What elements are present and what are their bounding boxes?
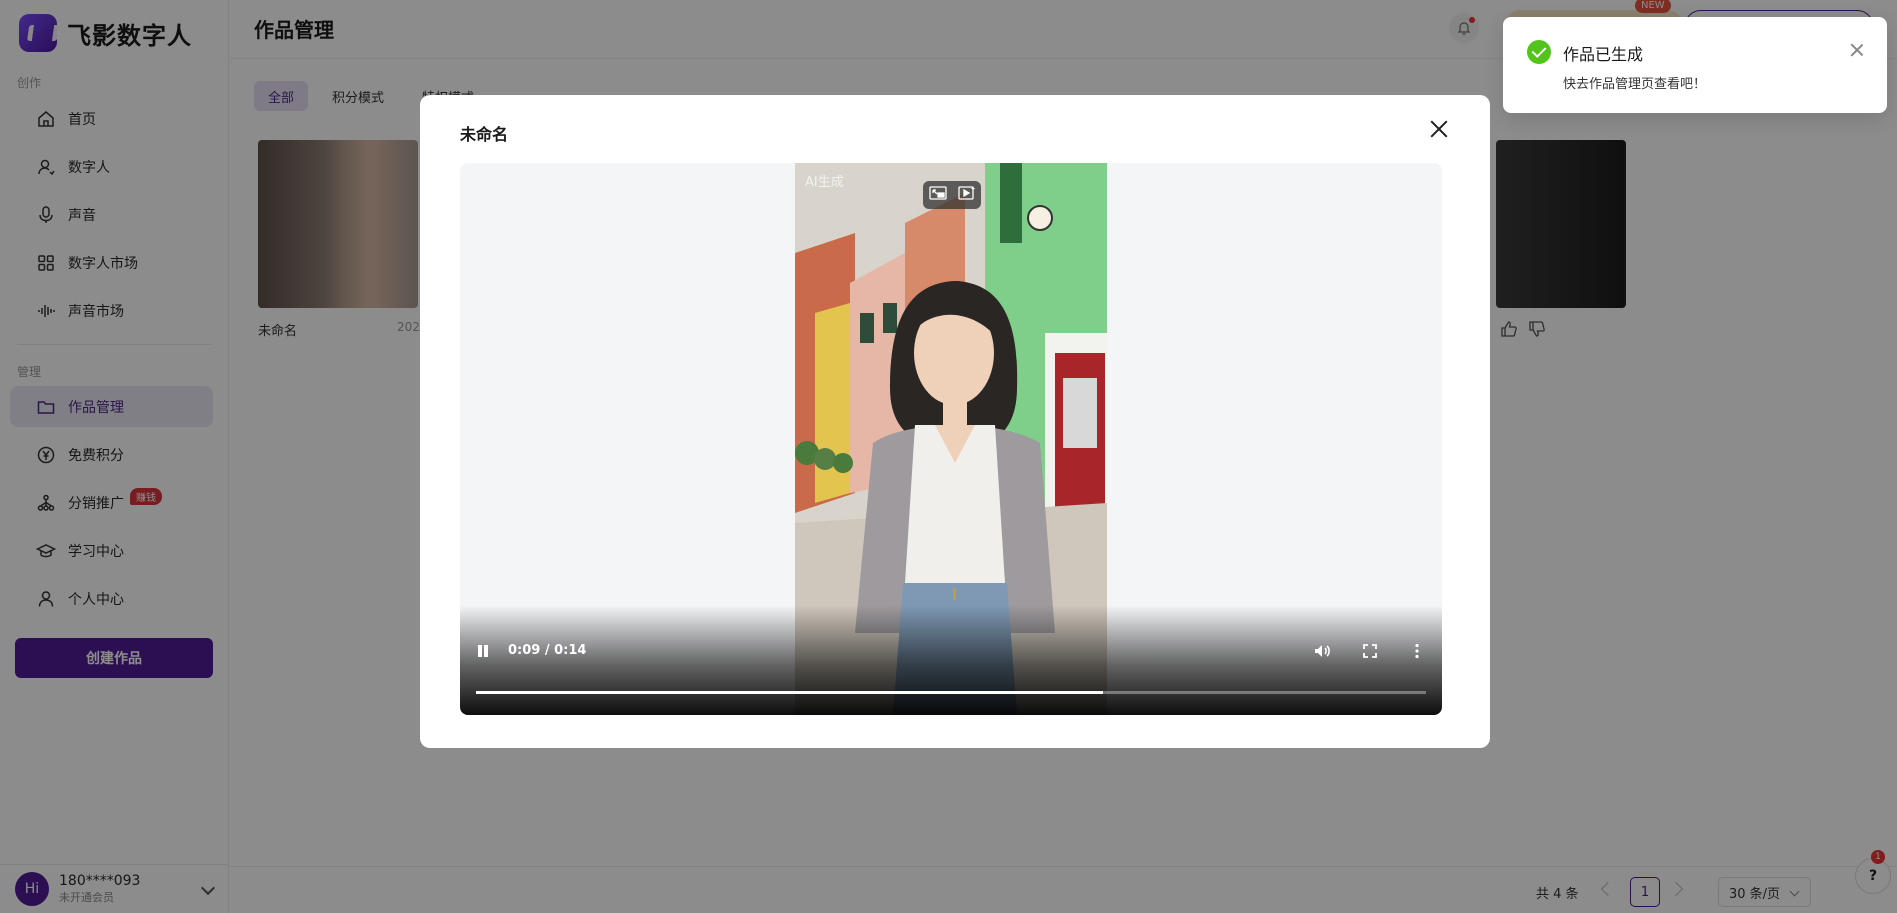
volume-icon[interactable] <box>1312 641 1332 661</box>
check-circle-icon <box>1527 40 1551 64</box>
close-icon[interactable] <box>1425 116 1453 144</box>
progress-track[interactable] <box>476 691 1426 694</box>
picture-in-picture-icon[interactable] <box>928 185 947 205</box>
video-overlay-toolbar <box>923 181 981 209</box>
video-player[interactable]: AI生成 0:09 / 0:14 <box>460 163 1442 715</box>
notification-title: 作品已生成 <box>1563 45 1644 64</box>
more-options-icon[interactable] <box>1407 641 1427 661</box>
pause-icon[interactable] <box>475 643 491 659</box>
modal-title: 未命名 <box>460 125 509 144</box>
success-notification: 作品已生成 快去作品管理页查看吧！ <box>1503 17 1887 113</box>
ai-video-icon[interactable] <box>957 185 976 205</box>
notification-message: 快去作品管理页查看吧！ <box>1563 77 1707 92</box>
video-preview-modal: 未命名 AI生成 0:09 / 0:14 <box>420 95 1490 748</box>
fullscreen-icon[interactable] <box>1360 641 1380 661</box>
progress-fill <box>476 691 1103 694</box>
ai-generated-watermark: AI生成 <box>805 175 844 190</box>
video-time: 0:09 / 0:14 <box>508 643 587 658</box>
close-icon[interactable] <box>1849 42 1865 58</box>
controls-gradient <box>460 605 1442 715</box>
